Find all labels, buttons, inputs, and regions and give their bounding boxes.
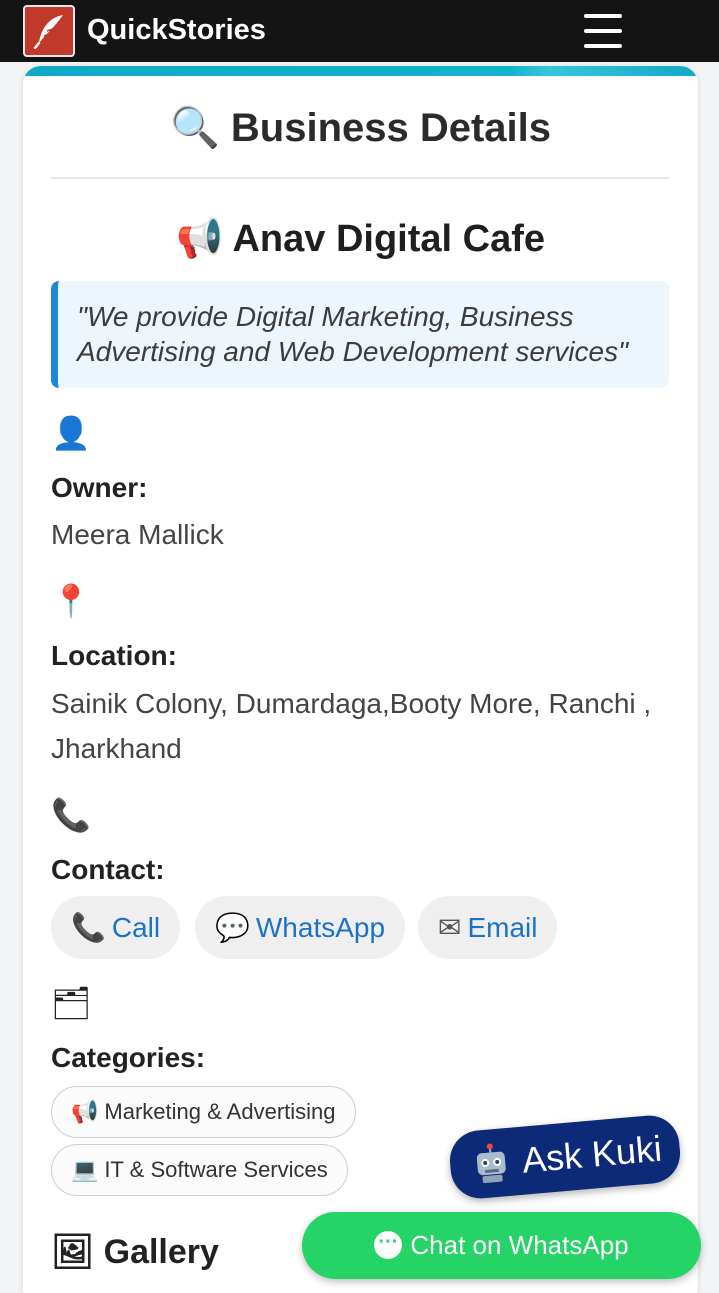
chat-bubble-icon: 💬 (215, 911, 250, 944)
contact-label: Contact: (51, 854, 165, 885)
category-chip-it-software[interactable]: 💻 IT & Software Services (51, 1144, 348, 1196)
category-chip-label: IT & Software Services (104, 1157, 328, 1182)
page-title-text: Business Details (230, 106, 552, 150)
business-details-card: 🔍 Business Details 📢 Anav Digital Cafe "… (23, 66, 698, 1293)
card-accent-bar (23, 66, 698, 76)
chat-on-whatsapp-button[interactable]: Chat on WhatsApp (302, 1209, 701, 1279)
folder-icon: 🗂 (51, 984, 92, 1022)
whatsapp-button[interactable]: 💬 WhatsApp (195, 896, 406, 959)
feather-icon (33, 15, 63, 49)
business-name-text: Anav Digital Cafe (232, 218, 545, 260)
email-button-label: Email (467, 912, 538, 943)
categories-label: Categories: (51, 1042, 206, 1073)
pin-icon: 📍 (51, 582, 91, 620)
category-chip-marketing[interactable]: 📢 Marketing & Advertising (51, 1086, 356, 1138)
robot-icon (476, 1143, 506, 1184)
location-label: Location: (51, 640, 177, 671)
email-button[interactable]: ✉ Email (418, 896, 558, 959)
page-title: 🔍 Business Details (23, 104, 698, 151)
laptop-icon: 💻 (71, 1158, 99, 1183)
picture-icon: 🖼 (51, 1232, 95, 1272)
business-tagline: "We provide Digital Marketing, Business … (51, 281, 669, 388)
app-logo[interactable] (23, 5, 75, 57)
envelope-icon: ✉ (438, 911, 462, 944)
phone-icon: 📞 (71, 911, 106, 944)
location-value: Sainik Colony, Dumardaga,Booty More, Ran… (51, 688, 652, 764)
brand-name[interactable]: QuickStories (87, 14, 266, 47)
call-button-label: Call (111, 912, 161, 943)
hamburger-menu-icon[interactable] (584, 12, 624, 50)
ask-kuki-label: Ask Kuki (520, 1127, 664, 1181)
megaphone-icon: 📢 (71, 1100, 99, 1125)
top-navbar: QuickStories (0, 0, 719, 62)
chat-on-whatsapp-label: Chat on WhatsApp (410, 1230, 629, 1260)
title-divider (51, 177, 669, 179)
call-button[interactable]: 📞 Call (51, 896, 181, 959)
whatsapp-button-label: WhatsApp (255, 912, 386, 943)
phone-icon: 📞 (51, 796, 91, 834)
category-chip-label: Marketing & Advertising (104, 1099, 336, 1124)
gallery-heading-text: Gallery (103, 1233, 219, 1271)
megaphone-icon: 📢 (175, 216, 224, 260)
business-name: 📢 Anav Digital Cafe (23, 216, 698, 261)
owner-label: Owner: (51, 472, 148, 503)
whatsapp-chat-icon (374, 1209, 403, 1276)
owner-value: Meera Mallick (51, 519, 224, 550)
gallery-heading: 🖼 Gallery (51, 1232, 219, 1272)
magnifier-icon: 🔍 (169, 105, 220, 151)
person-icon: 👤 (51, 414, 91, 452)
